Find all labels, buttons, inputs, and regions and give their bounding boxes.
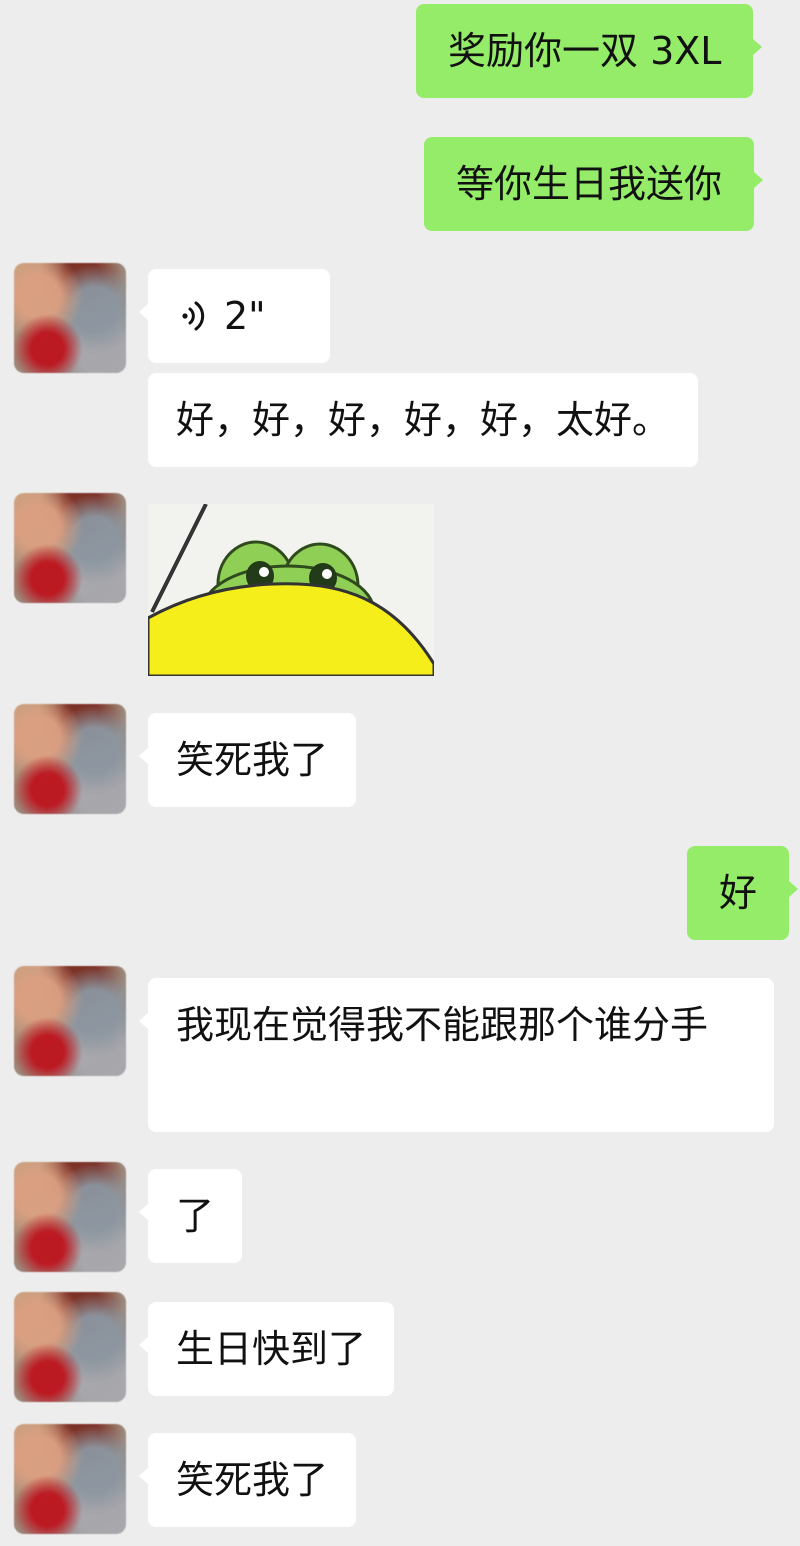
message-bubble-outgoing[interactable]: 奖励你一双 3XL bbox=[416, 4, 763, 98]
voice-wave-icon bbox=[182, 301, 205, 331]
contact-avatar[interactable] bbox=[14, 966, 126, 1076]
message-text: 我现在觉得我不能跟那个谁分手 bbox=[176, 1003, 709, 1047]
message-text: 了 bbox=[176, 1194, 215, 1238]
contact-avatar[interactable] bbox=[14, 493, 126, 603]
contact-avatar[interactable] bbox=[14, 1292, 126, 1402]
contact-avatar[interactable] bbox=[14, 1162, 126, 1272]
message-text: 好 bbox=[719, 871, 758, 915]
voice-message-bubble[interactable]: 2" bbox=[139, 269, 330, 363]
message-bubble-incoming[interactable]: 我现在觉得我不能跟那个谁分手 bbox=[139, 978, 774, 1132]
message-bubble-outgoing[interactable]: 好 bbox=[687, 846, 799, 940]
contact-avatar[interactable] bbox=[14, 263, 126, 373]
message-text: 笑死我了 bbox=[176, 738, 329, 782]
message-text: 好，好，好，好，好，太好。 bbox=[176, 398, 671, 442]
contact-avatar[interactable] bbox=[14, 704, 126, 814]
message-text: 笑死我了 bbox=[176, 1458, 329, 1502]
message-bubble-incoming[interactable]: 笑死我了 bbox=[138, 713, 357, 807]
message-text: 生日快到了 bbox=[176, 1327, 367, 1371]
frog-peeking-sticker[interactable] bbox=[148, 504, 434, 676]
message-bubble-outgoing[interactable]: 等你生日我送你 bbox=[424, 137, 764, 231]
voice-duration: 2" bbox=[224, 294, 266, 338]
message-bubble-incoming[interactable]: 了 bbox=[138, 1169, 243, 1263]
message-text: 奖励你一双 3XL bbox=[448, 29, 722, 73]
message-bubble-incoming[interactable]: 好，好，好，好，好，太好。 bbox=[148, 373, 699, 467]
message-bubble-incoming[interactable]: 生日快到了 bbox=[138, 1302, 395, 1396]
message-text: 等你生日我送你 bbox=[456, 162, 723, 206]
frog-sticker-image bbox=[148, 504, 434, 676]
contact-avatar[interactable] bbox=[14, 1424, 126, 1534]
message-bubble-incoming[interactable]: 笑死我了 bbox=[138, 1433, 357, 1527]
